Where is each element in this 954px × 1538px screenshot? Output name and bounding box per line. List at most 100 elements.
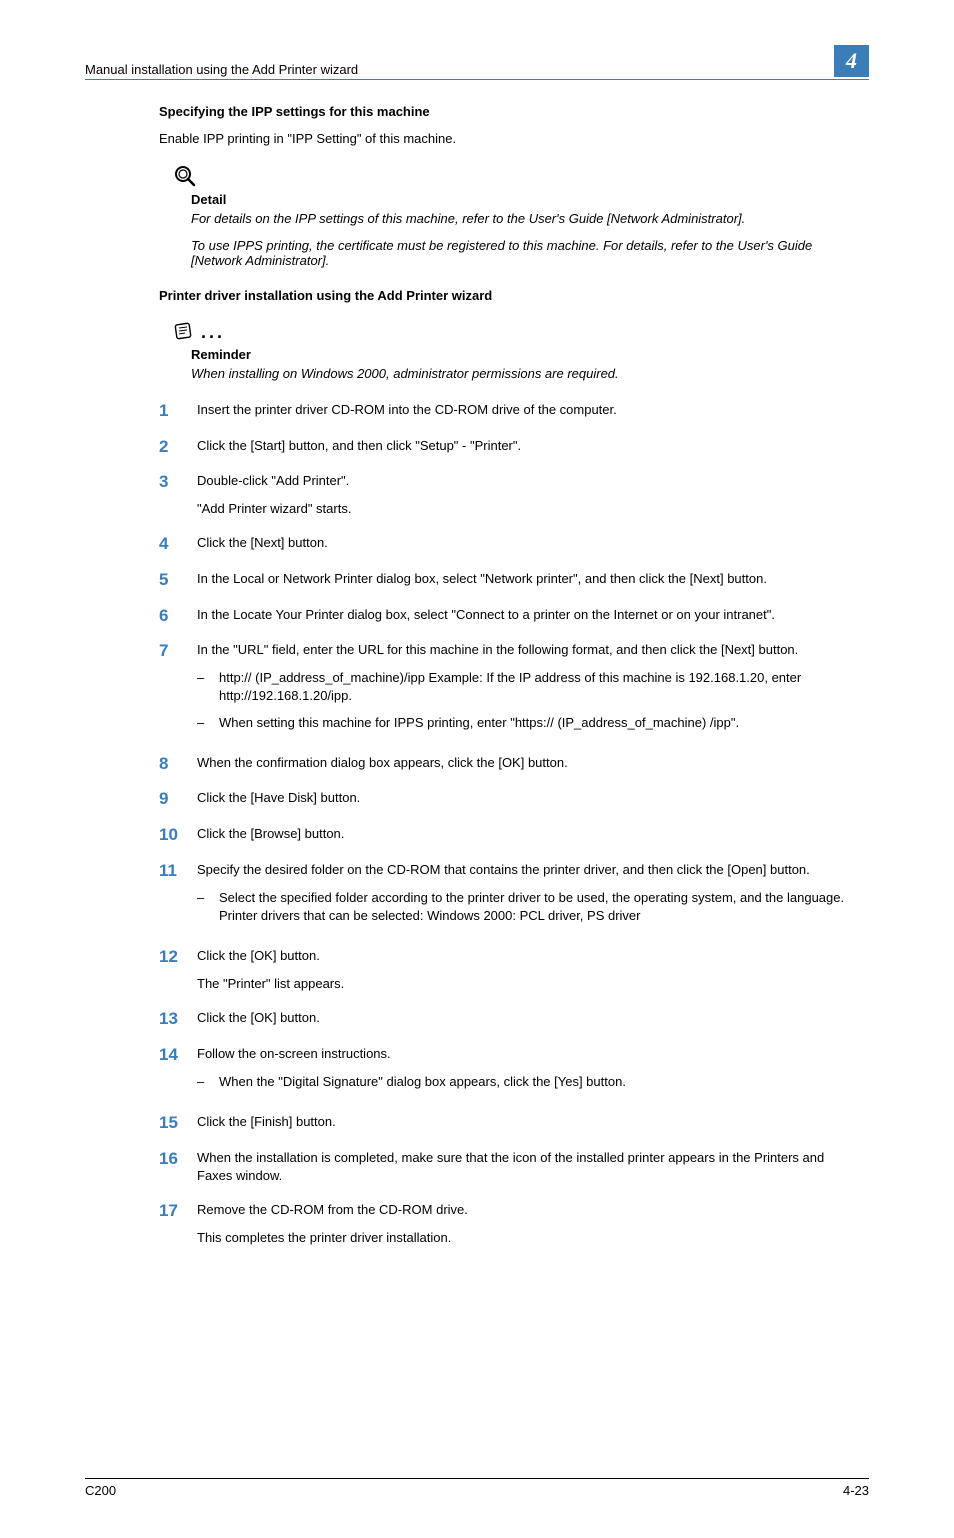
step-number: 1 <box>159 401 197 421</box>
content: Specifying the IPP settings for this mac… <box>159 104 861 1248</box>
step-number: 3 <box>159 472 197 518</box>
step: 14Follow the on-screen instructions. –Whe… <box>159 1045 861 1097</box>
step: 7In the "URL" field, enter the URL for t… <box>159 641 861 738</box>
step-text: Click the [Browse] button. <box>197 825 861 843</box>
reminder-note: ... Reminder When installing on Windows … <box>159 321 861 381</box>
step-text: When the confirmation dialog box appears… <box>197 754 861 772</box>
step-sub: –When the "Digital Signature" dialog box… <box>197 1073 861 1091</box>
step-number: 7 <box>159 641 197 738</box>
step-number: 17 <box>159 1201 197 1247</box>
step-text: The "Printer" list appears. <box>197 975 861 993</box>
step-number: 6 <box>159 606 197 626</box>
detail-p2: To use IPPS printing, the certificate mu… <box>191 238 861 268</box>
step-body: In the Local or Network Printer dialog b… <box>197 570 861 590</box>
section-heading-install: Printer driver installation using the Ad… <box>159 288 861 303</box>
step: 17Remove the CD-ROM from the CD-ROM driv… <box>159 1201 861 1247</box>
dash-icon: – <box>197 714 219 732</box>
step-number: 2 <box>159 437 197 457</box>
step-number: 9 <box>159 789 197 809</box>
step-text: Click the [Next] button. <box>197 534 861 552</box>
step-number: 8 <box>159 754 197 774</box>
step-text: When the installation is completed, make… <box>197 1149 861 1185</box>
step-number: 11 <box>159 861 197 932</box>
step-body: In the Locate Your Printer dialog box, s… <box>197 606 861 626</box>
dash-icon: – <box>197 1073 219 1091</box>
ipp-body: Enable IPP printing in "IPP Setting" of … <box>159 131 861 146</box>
step-body: When the installation is completed, make… <box>197 1149 861 1185</box>
step-text: In the Locate Your Printer dialog box, s… <box>197 606 861 624</box>
step-text: Follow the on-screen instructions. <box>197 1045 861 1063</box>
step-number: 13 <box>159 1009 197 1029</box>
step-text: In the "URL" field, enter the URL for th… <box>197 641 861 659</box>
detail-p1: For details on the IPP settings of this … <box>191 211 861 226</box>
step-text: Specify the desired folder on the CD-ROM… <box>197 861 861 879</box>
step-number: 5 <box>159 570 197 590</box>
chapter-badge: 4 <box>834 45 869 77</box>
step: 1Insert the printer driver CD-ROM into t… <box>159 401 861 421</box>
step-body: Click the [Start] button, and then click… <box>197 437 861 457</box>
step: 16When the installation is completed, ma… <box>159 1149 861 1185</box>
footer-left: C200 <box>85 1483 116 1498</box>
detail-icon-row <box>173 164 861 188</box>
dots-icon: ... <box>201 327 225 337</box>
step: 12Click the [OK] button. The "Printer" li… <box>159 947 861 993</box>
step-text: This completes the printer driver instal… <box>197 1229 861 1247</box>
step-number: 15 <box>159 1113 197 1133</box>
step-text: Click the [Start] button, and then click… <box>197 437 861 455</box>
step: 4Click the [Next] button. <box>159 534 861 554</box>
step-body: Insert the printer driver CD-ROM into th… <box>197 401 861 421</box>
step-text: "Add Printer wizard" starts. <box>197 500 861 518</box>
step: 13Click the [OK] button. <box>159 1009 861 1029</box>
step-body: Double-click "Add Printer". "Add Printer … <box>197 472 861 518</box>
magnifier-icon <box>173 164 197 188</box>
page-header: Manual installation using the Add Printe… <box>85 45 869 80</box>
step-sub-text: When setting this machine for IPPS print… <box>219 714 861 732</box>
step-body: Click the [Have Disk] button. <box>197 789 861 809</box>
step-number: 12 <box>159 947 197 993</box>
step-body: Specify the desired folder on the CD-ROM… <box>197 861 861 932</box>
step-text: Click the [OK] button. <box>197 947 861 965</box>
step: 15Click the [Finish] button. <box>159 1113 861 1133</box>
dash-icon: – <box>197 889 219 925</box>
step-body: In the "URL" field, enter the URL for th… <box>197 641 861 738</box>
step: 11Specify the desired folder on the CD-R… <box>159 861 861 932</box>
step-body: Remove the CD-ROM from the CD-ROM drive.… <box>197 1201 861 1247</box>
step-text: Click the [Have Disk] button. <box>197 789 861 807</box>
step: 2Click the [Start] button, and then clic… <box>159 437 861 457</box>
header-title: Manual installation using the Add Printe… <box>85 62 358 77</box>
step-text: Insert the printer driver CD-ROM into th… <box>197 401 861 419</box>
step-body: Click the [OK] button. <box>197 1009 861 1029</box>
step-body: Click the [Next] button. <box>197 534 861 554</box>
step-sub: –http:// (IP_address_of_machine)/ipp Exa… <box>197 669 861 705</box>
step-text: In the Local or Network Printer dialog b… <box>197 570 861 588</box>
detail-note: Detail For details on the IPP settings o… <box>159 164 861 268</box>
step-body: Click the [OK] button. The "Printer" list… <box>197 947 861 993</box>
step: 9Click the [Have Disk] button. <box>159 789 861 809</box>
step-sub-text: http:// (IP_address_of_machine)/ipp Exam… <box>219 669 861 705</box>
step: 10Click the [Browse] button. <box>159 825 861 845</box>
step-sub-text: Select the specified folder according to… <box>219 889 861 925</box>
step-number: 10 <box>159 825 197 845</box>
step-body: When the confirmation dialog box appears… <box>197 754 861 774</box>
step-text: Double-click "Add Printer". <box>197 472 861 490</box>
step-text: Click the [Finish] button. <box>197 1113 861 1131</box>
page-footer: C200 4-23 <box>85 1478 869 1498</box>
section-heading-ipp: Specifying the IPP settings for this mac… <box>159 104 861 119</box>
page: Manual installation using the Add Printe… <box>0 0 954 1538</box>
step-body: Click the [Browse] button. <box>197 825 861 845</box>
step-sub-text: When the "Digital Signature" dialog box … <box>219 1073 861 1091</box>
reminder-p1: When installing on Windows 2000, adminis… <box>191 366 861 381</box>
reminder-icon-row: ... <box>173 321 861 343</box>
step: 6In the Locate Your Printer dialog box, … <box>159 606 861 626</box>
step-sub: –When setting this machine for IPPS prin… <box>197 714 861 732</box>
step-body: Follow the on-screen instructions. –When … <box>197 1045 861 1097</box>
dash-icon: – <box>197 669 219 705</box>
footer-right: 4-23 <box>843 1483 869 1498</box>
step-text: Click the [OK] button. <box>197 1009 861 1027</box>
step-number: 14 <box>159 1045 197 1097</box>
reminder-label: Reminder <box>191 347 861 362</box>
detail-label: Detail <box>191 192 861 207</box>
steps-list: 1Insert the printer driver CD-ROM into t… <box>159 401 861 1248</box>
step-number: 16 <box>159 1149 197 1185</box>
step-number: 4 <box>159 534 197 554</box>
